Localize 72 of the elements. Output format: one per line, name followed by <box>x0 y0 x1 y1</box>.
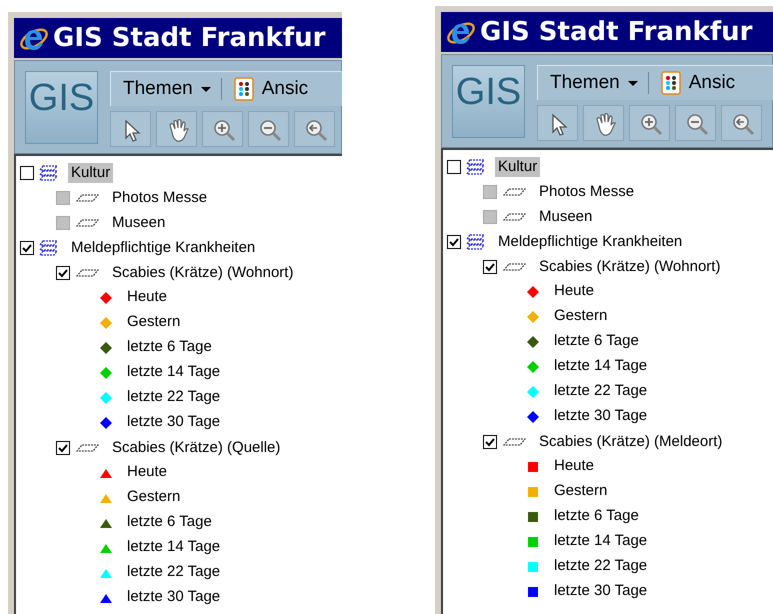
legend-label: letzte 14 Tage <box>554 356 648 376</box>
checkbox[interactable] <box>56 266 70 280</box>
tool-button[interactable] <box>629 105 670 141</box>
layer-icon <box>76 218 99 228</box>
tool-button[interactable] <box>248 111 289 147</box>
menu-button[interactable]: Ansic <box>262 74 308 104</box>
layer-name[interactable]: Scabies (Krätze) (Quelle) <box>109 438 284 458</box>
legend-label: Heute <box>127 462 168 482</box>
legend-label: letzte 22 Tage <box>554 381 648 402</box>
layer-icon <box>503 212 526 222</box>
legend-label: letzte 6 Tage <box>554 506 639 526</box>
layer-name[interactable]: Meldepflichtige Krankheiten <box>495 232 686 252</box>
layer-group-icon <box>38 164 58 181</box>
layer-icon <box>76 442 99 452</box>
tool-button[interactable] <box>675 105 716 141</box>
view-icon <box>234 77 254 101</box>
menu-button[interactable]: Themen <box>550 68 638 98</box>
layer-icon <box>76 268 99 278</box>
legend-label: Heute <box>554 456 594 476</box>
gis-logo: GIS <box>25 71 98 144</box>
legend-label: letzte 6 Tage <box>127 337 212 358</box>
checkbox[interactable] <box>483 260 497 274</box>
legend-label: letzte 14 Tage <box>127 362 220 382</box>
layer-name[interactable]: Scabies (Krätze) (Meldeort) <box>536 432 726 452</box>
layer-icon <box>76 192 99 202</box>
layer-group-icon <box>38 239 58 256</box>
layer-name[interactable]: Kultur <box>68 162 114 182</box>
legend-label: letzte 22 Tage <box>127 387 220 408</box>
tool-button[interactable] <box>294 111 335 147</box>
tool-button[interactable] <box>156 111 197 147</box>
layer-name[interactable]: Kultur <box>495 156 540 176</box>
menu-button[interactable]: Themen <box>123 74 211 104</box>
tool-button[interactable] <box>721 105 762 141</box>
legend-label: letzte 30 Tage <box>554 406 648 426</box>
layer-name[interactable]: Scabies (Krätze) (Wohnort) <box>536 256 724 276</box>
legend-label: Heute <box>554 281 594 302</box>
checkbox[interactable] <box>20 240 34 254</box>
layer-icon <box>503 436 526 446</box>
legend-label: Gestern <box>554 481 608 502</box>
legend-label: letzte 30 Tage <box>554 581 648 602</box>
legend-label: Gestern <box>127 487 180 508</box>
layer-icon <box>503 262 526 272</box>
legend-label: Gestern <box>554 306 608 326</box>
layer-name[interactable]: Meldepflichtige Krankheiten <box>68 238 258 258</box>
legend-label: letzte 22 Tage <box>127 562 220 582</box>
layer-group-icon <box>465 233 485 250</box>
legend-label: letzte 14 Tage <box>554 531 648 552</box>
checkbox[interactable] <box>483 434 497 448</box>
legend-label: letzte 30 Tage <box>127 412 220 432</box>
tool-button[interactable] <box>537 105 578 141</box>
menu-button[interactable]: Ansic <box>688 68 736 98</box>
tool-button[interactable] <box>110 111 151 147</box>
window-title: GIS Stadt Frankfur <box>480 16 752 48</box>
tool-button[interactable] <box>583 105 624 141</box>
legend-label: Heute <box>127 287 168 308</box>
legend-label: Gestern <box>127 312 180 332</box>
legend-label: letzte 30 Tage <box>127 587 220 608</box>
checkbox[interactable] <box>56 440 70 454</box>
view-icon <box>660 71 681 95</box>
layer-name[interactable]: Scabies (Krätze) (Wohnort) <box>109 262 296 282</box>
checkbox[interactable] <box>20 166 34 180</box>
gis-logo: GIS <box>452 65 525 138</box>
legend-label: letzte 22 Tage <box>554 556 648 576</box>
legend-label: letzte 6 Tage <box>127 512 212 532</box>
checkbox[interactable] <box>447 160 461 174</box>
legend-label: letzte 14 Tage <box>127 537 220 558</box>
checkbox[interactable] <box>447 234 461 248</box>
window-title: GIS Stadt Frankfur <box>53 22 326 54</box>
tool-button[interactable] <box>202 111 243 147</box>
layer-icon <box>503 186 526 196</box>
layer-group-icon <box>465 158 485 175</box>
legend-label: letzte 6 Tage <box>554 331 639 352</box>
